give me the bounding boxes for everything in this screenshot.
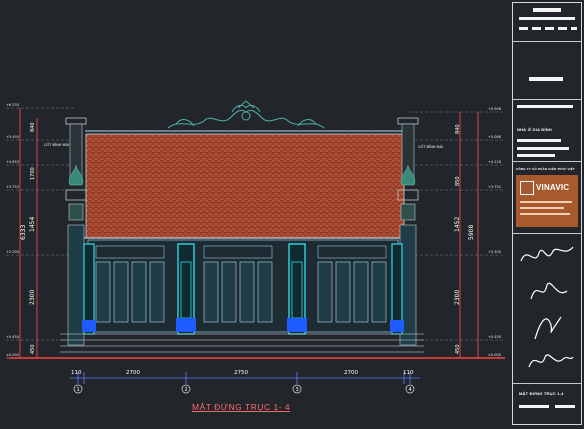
logo-mark-icon [520, 181, 534, 195]
dim-right-small-1: 840 [455, 124, 461, 134]
dim-left-small-2: 1700 [30, 167, 36, 180]
door-panels [95, 261, 387, 323]
svg-text:+6.333: +6.333 [6, 103, 19, 107]
svg-text:+4.218: +4.218 [488, 160, 501, 164]
dim-bottom-4: 2700 [344, 370, 358, 376]
dim-left-small-3: 450 [30, 344, 36, 354]
dim-bottom-5: 110 [403, 370, 414, 376]
signature-4-icon [528, 354, 574, 368]
main-column-4 [390, 243, 404, 335]
level-label-right: CỐT ĐỈNH MÁI [418, 144, 443, 149]
dim-bottom-1: 110 [71, 370, 82, 376]
title-block-project: NHÀ Ở GIA ĐÌNH [513, 99, 581, 162]
main-column-3 [287, 243, 307, 335]
title-block: NHÀ Ở GIA ĐÌNH CÔNG TY CỔ PHẦN KIẾN TRÚC… [512, 2, 582, 425]
axis-label-1: 1 [77, 387, 80, 393]
signature-1-icon [520, 246, 574, 262]
axis-label-3: 3 [296, 387, 299, 393]
level-markers-left: +6.333 +5.493 +4.653 +3.753 +2.300 +0.450 ±0.0… [6, 103, 19, 357]
svg-text:+2.300: +2.300 [488, 250, 501, 254]
svg-text:+2.300: +2.300 [6, 250, 19, 254]
cad-drawing-canvas[interactable]: +6.333 +5.493 +4.653 +3.753 +2.300 +0.450 ±0.0… [0, 0, 584, 429]
left-corner-column [65, 117, 87, 346]
axis-label-4: 4 [409, 387, 412, 393]
roof-tile-area [85, 133, 405, 239]
steps-base [60, 333, 424, 353]
dim-right-small-2: 850 [455, 176, 461, 186]
dim-right-lower: 2300 [454, 290, 461, 305]
title-block-header [513, 3, 581, 42]
drawing-caption: MẶT ĐỨNG TRỤC 1- 4 [192, 402, 291, 412]
svg-text:+4.653: +4.653 [6, 160, 19, 164]
svg-text:+0.450: +0.450 [488, 335, 501, 339]
dim-left-total: 6333 [20, 225, 27, 240]
svg-text:+0.450: +0.450 [6, 335, 19, 339]
axis-markers [73, 384, 415, 394]
title-block-company: CÔNG TY CỔ PHẦN KIẾN TRÚC VIỆT VINAVIC [513, 161, 581, 234]
title-block-signatures [513, 233, 581, 384]
dim-right-small-3: 450 [455, 344, 461, 354]
dim-left-upper: 1454 [29, 217, 36, 232]
svg-text:+5.493: +5.493 [6, 135, 19, 139]
roof-ridge-ornament [167, 100, 325, 129]
company-name: CÔNG TY CỔ PHẦN KIẾN TRÚC VIỆT [516, 167, 575, 171]
svg-text:+5.068: +5.068 [488, 135, 501, 139]
sheet-title: MẶT ĐỨNG TRỤC 1-4 [519, 391, 564, 396]
title-block-sheet: MẶT ĐỨNG TRỤC 1-4 [513, 383, 581, 424]
dim-right-total: 5908 [468, 225, 475, 240]
svg-text:+3.752: +3.752 [488, 185, 501, 189]
svg-text:+5.908: +5.908 [488, 107, 501, 111]
svg-text:±0.000: ±0.000 [6, 353, 19, 357]
main-column-2 [176, 243, 196, 335]
main-column-1 [82, 243, 96, 335]
company-logo: VINAVIC [516, 175, 578, 227]
level-label-left: CỐT ĐỈNH MÁI [44, 142, 69, 147]
dim-left-small-1: 840 [30, 122, 36, 132]
project-name: NHÀ Ở GIA ĐÌNH [517, 127, 552, 132]
dim-left-lower: 2300 [29, 290, 36, 305]
dim-bottom-2: 2700 [126, 370, 140, 376]
level-markers-right: +5.908 +5.068 +4.218 +3.752 +2.300 +0.450 ±0.0… [488, 107, 501, 357]
dim-bottom-3: 2750 [234, 370, 248, 376]
title-block-client [513, 41, 581, 100]
svg-text:+3.753: +3.753 [6, 185, 19, 189]
axis-label-2: 2 [185, 387, 188, 393]
signature-3-icon [534, 316, 562, 340]
signature-2-icon [530, 282, 568, 300]
svg-text:±0.000: ±0.000 [488, 353, 501, 357]
company-logo-text: VINAVIC [536, 183, 570, 192]
dim-right-upper: 1452 [454, 217, 461, 232]
